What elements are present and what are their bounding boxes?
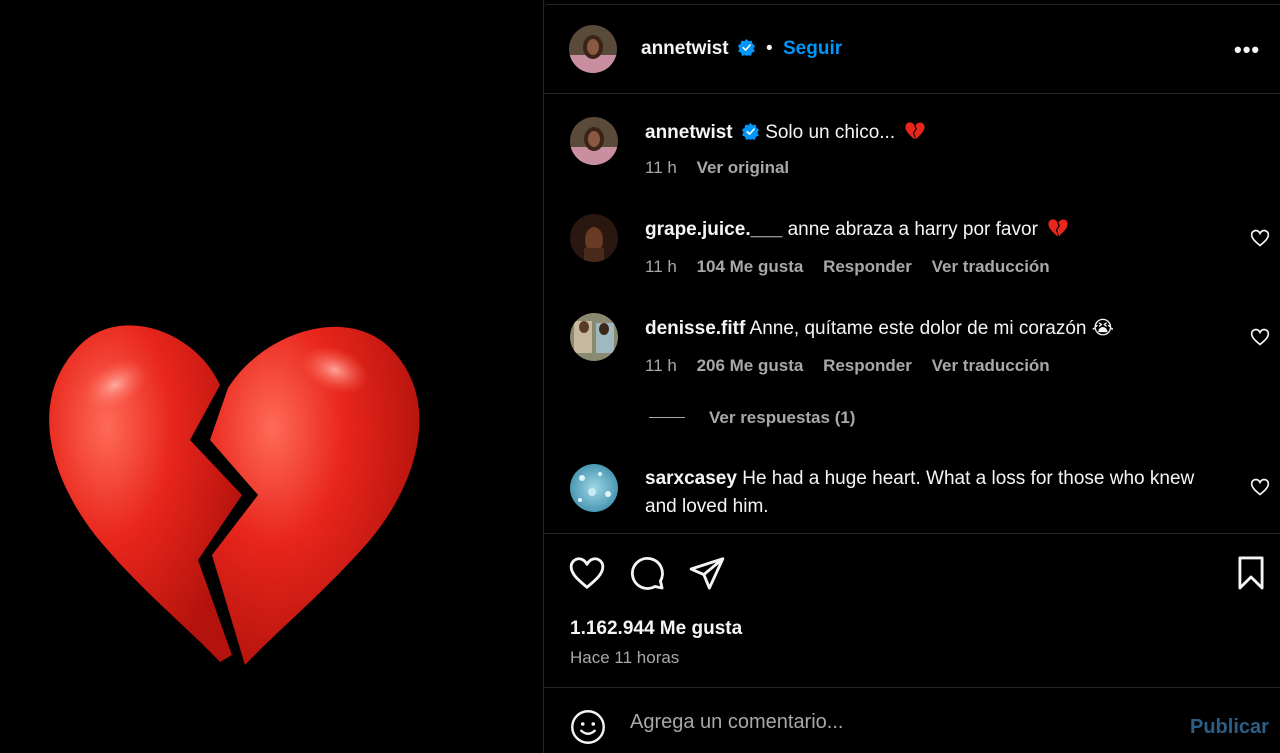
commenter-avatar[interactable] bbox=[570, 214, 618, 262]
translate-link[interactable]: Ver traducción bbox=[932, 356, 1050, 375]
comment-likes[interactable]: 206 Me gusta bbox=[697, 356, 804, 375]
comment-username[interactable]: grape.juice.___ bbox=[645, 219, 782, 240]
heart-outline-icon[interactable] bbox=[1250, 477, 1270, 497]
follow-button[interactable]: Seguir bbox=[783, 38, 842, 60]
heart-outline-icon[interactable] bbox=[1250, 327, 1270, 347]
caption-time[interactable]: 11 h bbox=[645, 158, 677, 177]
translate-link[interactable]: Ver traducción bbox=[932, 257, 1050, 276]
view-replies-label: Ver respuestas (1) bbox=[709, 408, 856, 427]
add-comment-bar: Publicar bbox=[544, 689, 1280, 753]
comment-time[interactable]: 11 h bbox=[645, 257, 677, 276]
verified-badge-icon bbox=[737, 38, 755, 57]
commenter-avatar[interactable] bbox=[570, 313, 618, 361]
reply-button[interactable]: Responder bbox=[823, 356, 912, 375]
caption-content: Solo un chico... bbox=[765, 122, 896, 143]
comment-text: grape.juice.___ anne abraza a harry por … bbox=[645, 216, 1205, 244]
like-heart-icon[interactable] bbox=[568, 554, 606, 592]
comment-username[interactable]: denisse.fitf bbox=[645, 318, 745, 339]
comment-text: sarxcasey He had a huge heart. What a lo… bbox=[645, 465, 1205, 521]
heart-outline-icon[interactable] bbox=[1250, 228, 1270, 248]
broken-heart-icon bbox=[905, 122, 925, 140]
post-timestamp[interactable]: Hace 11 horas bbox=[570, 648, 679, 668]
caption-username[interactable]: annetwist bbox=[645, 122, 733, 143]
author-username[interactable]: annetwist bbox=[641, 38, 756, 60]
comment-content: Anne, quítame este dolor de mi corazón 😭 bbox=[749, 318, 1114, 339]
caption-text: annetwist Solo un chico... bbox=[645, 119, 1205, 147]
comment-content: anne abraza a harry por favor bbox=[787, 219, 1038, 240]
caption-meta: 11 h Ver original bbox=[645, 158, 804, 178]
post-actions: 1.162.944 Me gusta Hace 11 horas bbox=[544, 533, 1280, 688]
replies-divider bbox=[649, 417, 685, 418]
comments-list[interactable]: annetwist Solo un chico... 11 h Ver orig… bbox=[544, 95, 1280, 533]
emoji-smiley-icon[interactable] bbox=[570, 709, 606, 745]
broken-heart-emoji bbox=[49, 325, 420, 665]
post-header: annetwist • Seguir ••• bbox=[544, 4, 1280, 94]
commenter-avatar[interactable] bbox=[570, 464, 618, 512]
bookmark-icon[interactable] bbox=[1232, 554, 1270, 592]
comment-text: denisse.fitf Anne, quítame este dolor de… bbox=[645, 315, 1205, 343]
see-original-link[interactable]: Ver original bbox=[697, 158, 790, 177]
comment-input[interactable] bbox=[630, 705, 1170, 739]
comment-username[interactable]: sarxcasey bbox=[645, 468, 737, 489]
publish-button[interactable]: Publicar bbox=[1190, 716, 1269, 739]
reply-button[interactable]: Responder bbox=[823, 257, 912, 276]
author-avatar[interactable] bbox=[569, 25, 617, 73]
post-media[interactable] bbox=[0, 0, 543, 753]
share-icon[interactable] bbox=[688, 554, 726, 592]
comment-time[interactable]: 11 h bbox=[645, 356, 677, 375]
verified-badge-icon bbox=[741, 122, 759, 141]
comment-likes[interactable]: 104 Me gusta bbox=[697, 257, 804, 276]
view-replies-button[interactable]: Ver respuestas (1) bbox=[649, 408, 855, 428]
broken-heart-icon bbox=[1048, 219, 1068, 237]
comment-icon[interactable] bbox=[628, 554, 666, 592]
comment-meta: 11 h 206 Me gusta Responder Ver traducci… bbox=[645, 356, 1065, 376]
more-options-icon[interactable]: ••• bbox=[1234, 37, 1260, 63]
post-panel: annetwist • Seguir ••• annetwist Solo un… bbox=[543, 0, 1280, 753]
separator-dot: • bbox=[766, 38, 773, 59]
caption-avatar[interactable] bbox=[570, 117, 618, 165]
likes-count[interactable]: 1.162.944 Me gusta bbox=[570, 618, 742, 640]
comment-meta: 11 h 104 Me gusta Responder Ver traducci… bbox=[645, 257, 1065, 277]
